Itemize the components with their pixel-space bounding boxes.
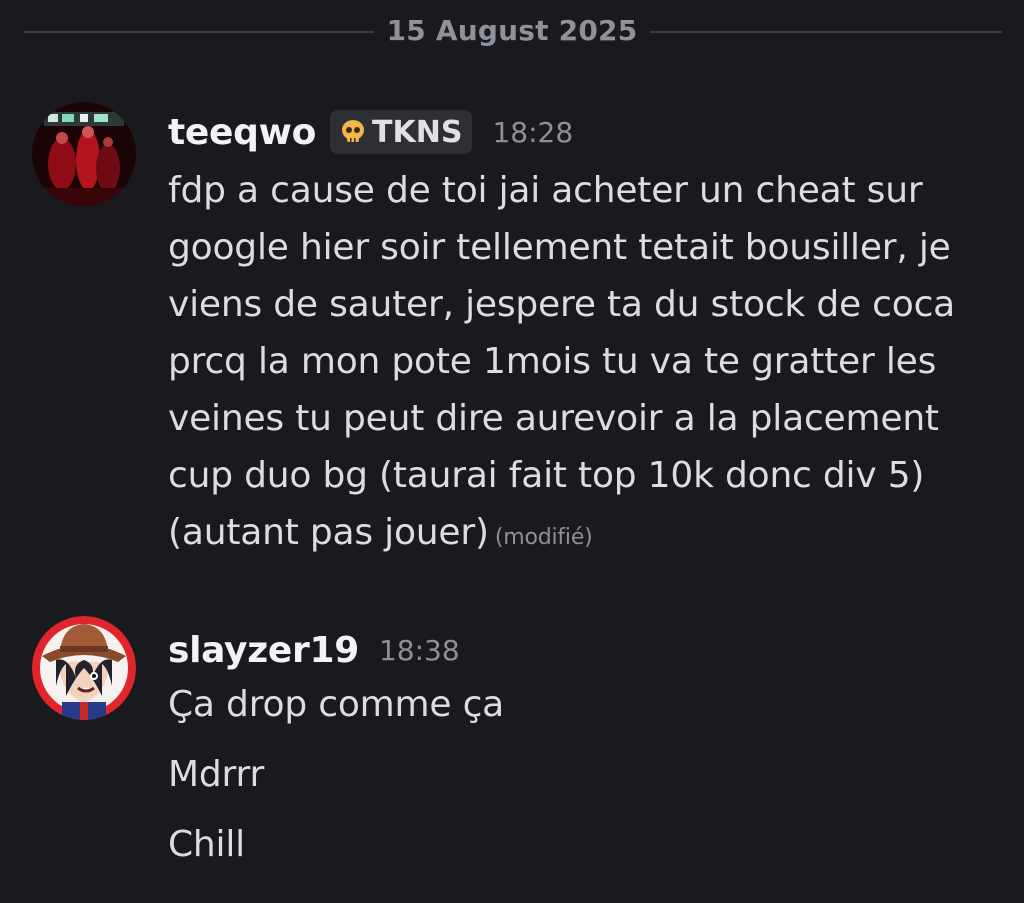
message-line: Chill xyxy=(168,824,245,865)
edited-label: (modifié) xyxy=(494,525,593,550)
message-timestamp: 18:28 xyxy=(492,115,574,149)
message-line: Ça drop comme ça xyxy=(168,684,505,725)
chat-screen: 15 August 2025 teeqwo TKNS 18:28 fdp a c… xyxy=(0,0,1024,903)
username-teeqwo[interactable]: teeqwo xyxy=(168,112,316,153)
clan-tag-label: TKNS xyxy=(372,114,463,150)
avatar-teeqwo[interactable] xyxy=(32,102,136,206)
clan-tag[interactable]: TKNS xyxy=(330,110,473,154)
divider-line-left xyxy=(24,31,374,33)
skull-icon xyxy=(342,120,365,142)
message-timestamp: 18:38 xyxy=(378,633,460,667)
message-line: Mdrrr xyxy=(168,754,265,795)
message-content-teeqwo: fdp a cause de toi jai acheter un cheat … xyxy=(168,162,998,566)
message-header-teeqwo: teeqwo TKNS 18:28 xyxy=(168,106,573,158)
date-divider: 15 August 2025 xyxy=(0,10,1024,54)
date-divider-label: 15 August 2025 xyxy=(386,14,638,47)
divider-line-right xyxy=(650,31,1002,33)
message-header-slayzer19: slayzer19 18:38 xyxy=(168,624,460,676)
message-text: fdp a cause de toi jai acheter un cheat … xyxy=(168,170,956,553)
avatar-slayzer19[interactable] xyxy=(32,616,136,720)
username-slayzer19[interactable]: slayzer19 xyxy=(168,630,359,671)
